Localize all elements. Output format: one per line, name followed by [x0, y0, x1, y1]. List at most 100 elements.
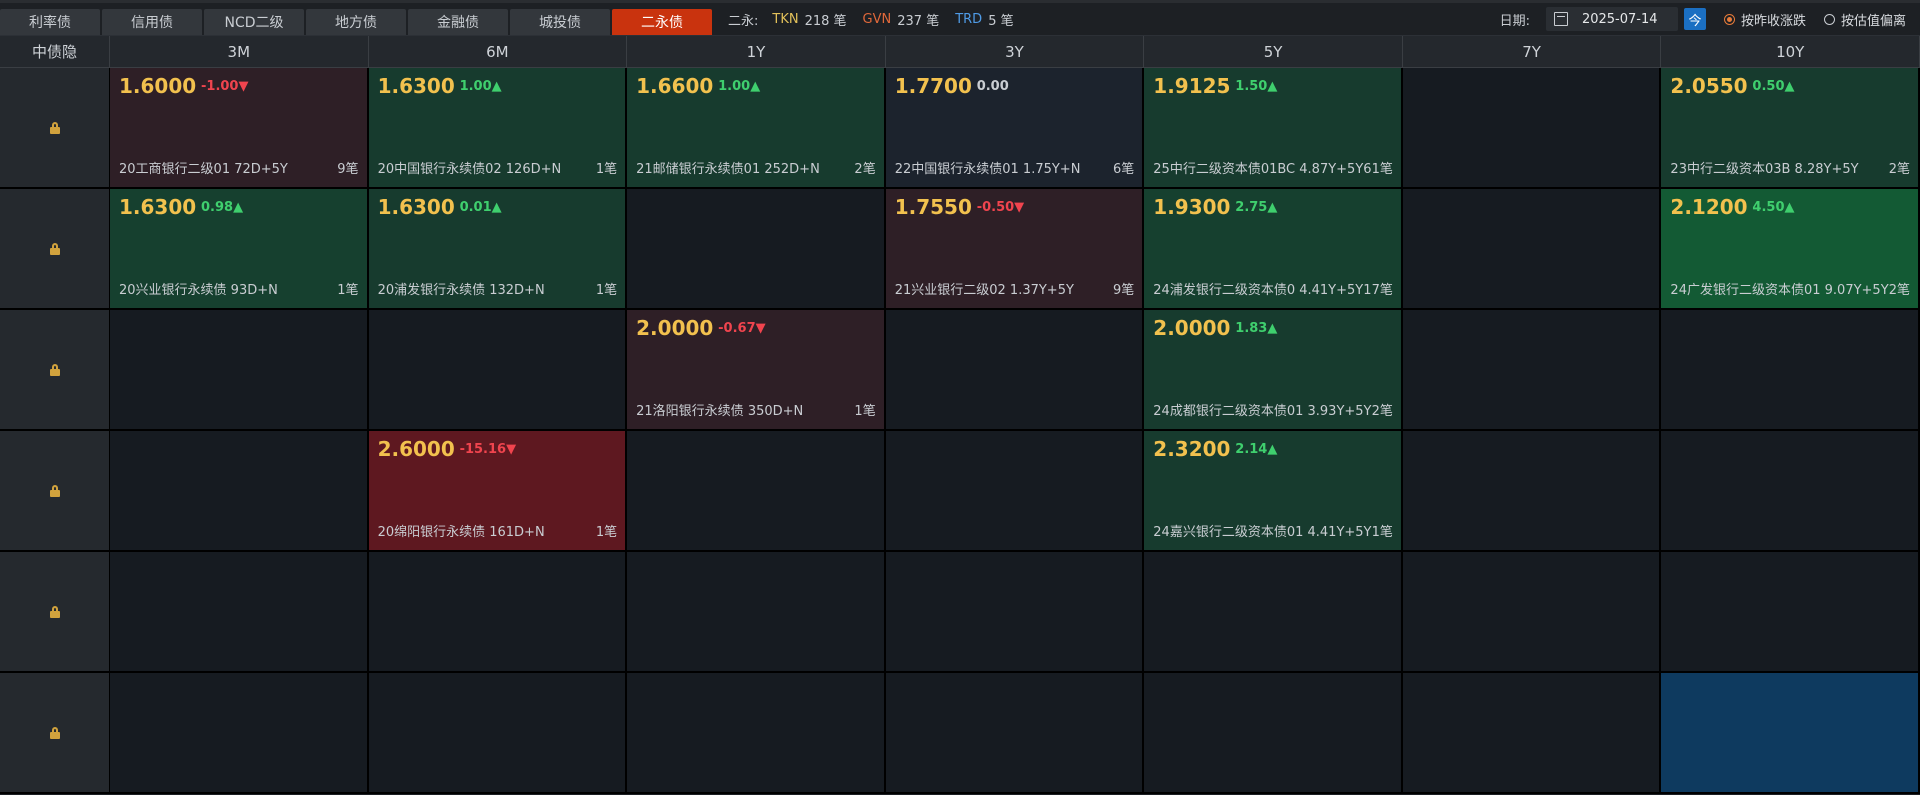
trade-count: 9笔 [337, 162, 359, 177]
radio-selected-icon[interactable] [1723, 13, 1735, 25]
quote-cell[interactable] [627, 431, 886, 552]
quote-cell[interactable]: 1.6300 0.98▲ 20兴业银行永续债 93D+N 1笔 [110, 189, 369, 310]
quote-cell[interactable] [1402, 552, 1662, 673]
yield-price: 1.7700 [894, 74, 972, 98]
quote-cell[interactable] [110, 673, 369, 794]
quote-cell[interactable]: 1.6300 1.00▲ 20中国银行永续债02 126D+N 1笔 [368, 68, 628, 189]
quote-cell[interactable] [110, 431, 369, 552]
yield-price: 1.9300 [1153, 195, 1231, 219]
tab-4[interactable]: 金融债 [408, 9, 508, 35]
row-lock[interactable] [0, 552, 110, 673]
yield-price: 2.0000 [636, 316, 714, 340]
quote-cell[interactable] [1402, 431, 1662, 552]
quote-cell[interactable]: 1.7700 0.00 22中国银行永续债01 1.75Y+N 6笔 [885, 68, 1145, 189]
yield-price: 2.0000 [1153, 316, 1231, 340]
row-lock[interactable] [0, 68, 110, 189]
trade-count: 1笔 [1371, 525, 1393, 540]
trade-count: 6笔 [1113, 162, 1135, 177]
quote-cell[interactable]: 1.6000 -1.00▼ 20工商银行二级01 72D+5Y 9笔 [110, 68, 369, 189]
trade-count: 2笔 [854, 162, 876, 177]
quote-cell[interactable]: 1.6300 0.01▲ 20浦发银行永续债 132D+N 1笔 [368, 189, 628, 310]
quote-cell[interactable] [1402, 673, 1662, 794]
bond-name: 20中国银行永续债02 126D+N [377, 162, 562, 177]
date-value[interactable]: 2025-07-14 [1582, 12, 1658, 27]
quote-cell[interactable] [368, 673, 628, 794]
quote-cell[interactable]: 1.9300 2.75▲ 24浦发银行二级资本债0 4.41Y+5Y 17笔 [1144, 189, 1403, 310]
yield-price: 2.1200 [1670, 195, 1748, 219]
tab-2[interactable]: NCD二级 [204, 9, 304, 35]
lock-icon[interactable] [49, 726, 60, 739]
yield-price: 2.3200 [1153, 437, 1231, 461]
quote-cell[interactable] [885, 431, 1145, 552]
quote-cell[interactable]: 1.9125 1.50▲ 25中行二级资本债01BC 4.87Y+5Y 61笔 [1144, 68, 1403, 189]
tab-3[interactable]: 地方债 [306, 9, 406, 35]
quote-cell[interactable] [1661, 310, 1920, 431]
quote-cell[interactable] [1402, 68, 1662, 189]
quote-cell[interactable] [627, 189, 886, 310]
quote-cell[interactable] [627, 673, 886, 794]
tab-6[interactable]: 二永债 [612, 9, 712, 35]
quote-cell[interactable] [1144, 552, 1403, 673]
quote-cell[interactable] [368, 310, 628, 431]
yield-price: 2.6000 [377, 437, 455, 461]
yield-change: 1.00▲ [459, 79, 502, 94]
quote-cell[interactable]: 2.3200 2.14▲ 24嘉兴银行二级资本债01 4.41Y+5Y 1笔 [1144, 431, 1403, 552]
quote-cell[interactable] [885, 552, 1145, 673]
yield-price: 1.7550 [894, 195, 972, 219]
radio-prev-close[interactable]: 按昨收涨跌 [1723, 10, 1806, 29]
row-lock[interactable] [0, 189, 110, 310]
yield-change: 1.83▲ [1235, 321, 1278, 336]
quote-cell[interactable] [885, 310, 1145, 431]
quote-cell[interactable] [368, 552, 628, 673]
quote-cell[interactable] [1402, 310, 1662, 431]
column-header: 10Y [1661, 36, 1920, 68]
tab-1[interactable]: 信用债 [102, 9, 202, 35]
quote-cell[interactable]: 2.1200 4.50▲ 24广发银行二级资本债01 9.07Y+5Y 2笔 [1661, 189, 1920, 310]
yield-change: -0.67▼ [718, 321, 766, 336]
row-lock[interactable] [0, 673, 110, 794]
quote-cell[interactable] [1402, 189, 1662, 310]
radio-valuation-dev-label[interactable]: 按估值偏离 [1841, 10, 1906, 29]
yield-change: 0.50▲ [1752, 79, 1795, 94]
lock-icon[interactable] [49, 605, 60, 618]
quote-cell[interactable]: 1.7550 -0.50▼ 21兴业银行二级02 1.37Y+5Y 9笔 [885, 189, 1145, 310]
radio-unselected-icon[interactable] [1823, 13, 1835, 25]
quote-cell[interactable] [1661, 431, 1920, 552]
quote-cell[interactable]: 2.6000 -15.16▼ 20绵阳银行永续债 161D+N 1笔 [368, 431, 628, 552]
radio-prev-close-label[interactable]: 按昨收涨跌 [1741, 10, 1806, 29]
quote-cell[interactable]: 2.0000 1.83▲ 24成都银行二级资本债01 3.93Y+5Y 2笔 [1144, 310, 1403, 431]
quote-cell[interactable] [627, 552, 886, 673]
quote-cell[interactable]: 1.6600 1.00▲ 21邮储银行永续债01 252D+N 2笔 [627, 68, 886, 189]
quote-cell[interactable] [1661, 552, 1920, 673]
quote-cell[interactable] [110, 552, 369, 673]
corner-header[interactable]: 中债隐 [0, 36, 110, 68]
lock-icon[interactable] [49, 121, 60, 134]
bond-name: 21洛阳银行永续债 350D+N [636, 404, 804, 419]
lock-icon[interactable] [49, 363, 60, 376]
bond-name: 20兴业银行永续债 93D+N [119, 283, 278, 298]
lock-icon[interactable] [49, 242, 60, 255]
tab-5[interactable]: 城投债 [510, 9, 610, 35]
yield-price: 1.6300 [377, 195, 455, 219]
date-picker[interactable]: 2025-07-14 [1545, 7, 1678, 31]
radio-valuation-dev[interactable]: 按估值偏离 [1823, 10, 1906, 29]
quote-cell[interactable] [1144, 673, 1403, 794]
quote-cell[interactable] [885, 673, 1145, 794]
column-header: 1Y [627, 36, 886, 68]
trd-count: 5 笔 [988, 13, 1014, 29]
category-tabs: 利率债 信用债 NCD二级 地方债 金融债 城投债 二永债 [0, 3, 714, 35]
column-header: 3M [110, 36, 369, 68]
yield-change: -0.50▼ [976, 200, 1025, 215]
yield-change: 2.75▲ [1235, 200, 1278, 215]
quote-cell[interactable] [1661, 673, 1920, 794]
quote-cell[interactable] [110, 310, 369, 431]
quote-cell[interactable]: 2.0550 0.50▲ 23中行二级资本03B 8.28Y+5Y 2笔 [1661, 68, 1920, 189]
today-button[interactable]: 今 [1683, 8, 1706, 30]
lock-icon[interactable] [49, 484, 60, 497]
row-lock[interactable] [0, 431, 110, 552]
tab-0[interactable]: 利率债 [0, 9, 100, 35]
quote-cell[interactable]: 2.0000 -0.67▼ 21洛阳银行永续债 350D+N 1笔 [627, 310, 886, 431]
date-label: 日期: [1499, 13, 1530, 29]
row-lock[interactable] [0, 310, 110, 431]
calendar-icon[interactable] [1553, 12, 1568, 26]
